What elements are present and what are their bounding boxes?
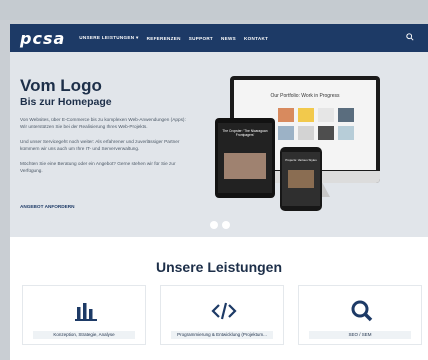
hero-subtitle: Bis zur Homepage [20,96,112,108]
portfolio-tile [298,108,314,122]
nav-item-label: UNSERE LEISTUNGEN [79,35,135,40]
request-offer-link[interactable]: ANGEBOT ANFORDERN [20,204,75,209]
phone-photo [288,170,314,188]
browser-top [0,0,428,20]
hero-paragraph: Von Websites, über E-Commerce bis zu kom… [20,117,186,129]
service-label: Konzeption, Strategie, Analyse [33,331,135,339]
service-card-development[interactable]: Programmierung & Entwicklung (Projektum.… [160,285,284,345]
nav-item-news[interactable]: NEWS [221,36,236,41]
nav-item-support[interactable]: SUPPORT [189,36,213,41]
portfolio-tile [318,126,334,140]
nav-item-services[interactable]: UNSERE LEISTUNGEN ▾ [79,35,138,41]
search-icon [351,300,373,322]
services-section: Unsere Leistungen Konzeption, Strategie,… [10,237,428,360]
hero-title: Vom Logo [20,76,102,95]
hero-paragraph: Möchten Sie eine Beratung oder ein Angeb… [20,161,176,173]
service-label: Programmierung & Entwicklung (Projektum.… [171,331,273,339]
nav-item-contact[interactable]: KONTAKT [244,36,268,41]
service-label: SEO / SEM [309,331,411,339]
tablet-screen: The Cropster: 'The Nicaraguan Frontpager… [218,123,272,193]
services-title: Unsere Leistungen [155,259,283,275]
hero-paragraph: Und unser Servicegeht noch weiter: Als e… [20,139,180,151]
phone-screen: Projects: Various Styles [282,152,320,206]
code-icon [211,302,237,320]
portfolio-tile [338,108,354,122]
logo[interactable]: pcsa [20,29,65,48]
service-card-analysis[interactable]: Konzeption, Strategie, Analyse [22,285,146,345]
slider-dot[interactable] [222,221,230,229]
portfolio-tile [298,126,314,140]
nav-menu: UNSERE LEISTUNGEN ▾ REFERENZEN SUPPORT N… [79,35,268,41]
slider-dot[interactable] [210,221,218,229]
slider-dots [210,221,230,229]
phone-image: Projects: Various Styles [280,147,322,211]
search-icon[interactable] [406,33,414,41]
main-navigation: pcsa UNSERE LEISTUNGEN ▾ REFERENZEN SUPP… [10,24,428,52]
tablet-text: The Cropster: 'The Nicaraguan Frontpager… [222,129,268,137]
portfolio-tile [338,126,354,140]
portfolio-tiles [278,108,354,140]
chart-icon [75,303,97,321]
service-card-seo[interactable]: SEO / SEM [298,285,422,345]
portfolio-tile [278,108,294,122]
nav-item-references[interactable]: REFERENZEN [147,36,181,41]
services-grid: Konzeption, Strategie, Analyse Programmi… [22,285,422,345]
phone-text: Projects: Various Styles [285,158,317,162]
monitor-heading: Our Portfolio: Work in Progress [270,93,340,99]
portfolio-tile [318,108,334,122]
hero-section: Vom Logo Bis zur Homepage Von Websites, … [10,52,428,237]
portfolio-tile [278,126,294,140]
tablet-photo [224,153,266,179]
tablet-image: The Cropster: 'The Nicaraguan Frontpager… [215,118,275,198]
